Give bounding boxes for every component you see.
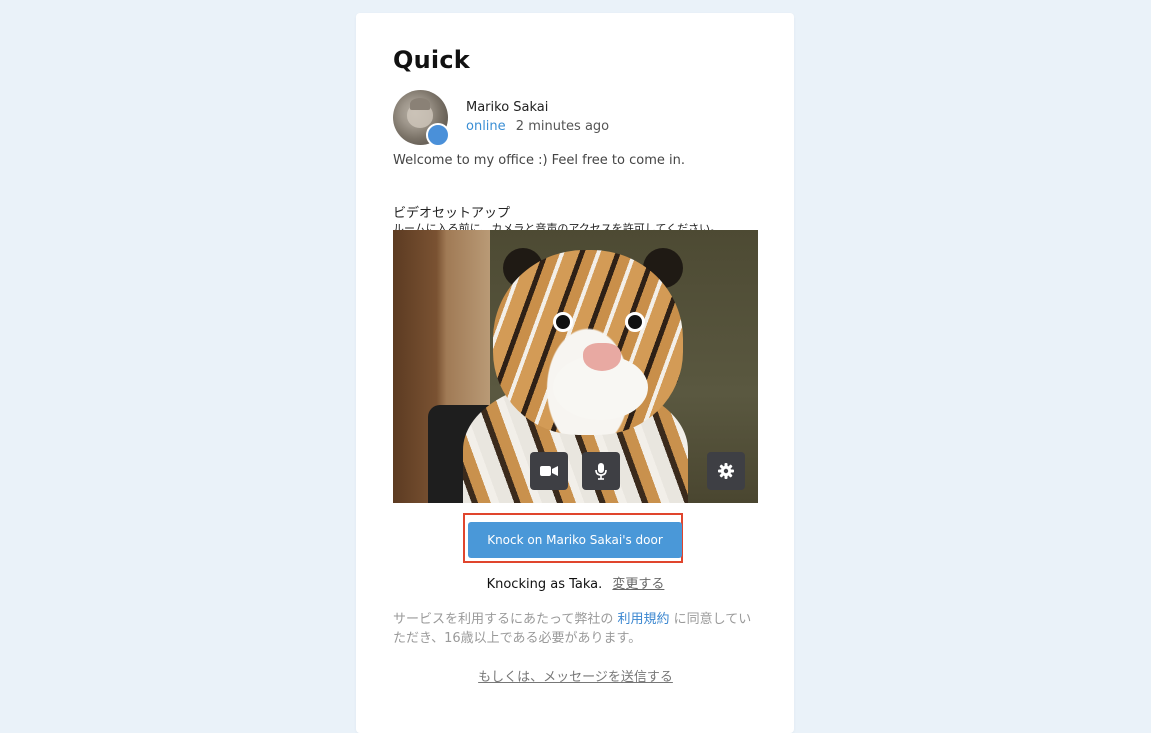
welcome-message: Welcome to my office :) Feel free to com… [393, 153, 685, 168]
microphone-icon [595, 462, 607, 480]
change-name-link[interactable]: 変更する [612, 577, 664, 592]
video-camera-icon [540, 466, 558, 476]
tiger-plush-eye-left [553, 312, 573, 332]
alt-action: もしくは、メッセージを送信する [393, 666, 758, 685]
video-preview [393, 230, 758, 503]
page-title: Quick [393, 46, 470, 74]
terms-of-service-link[interactable]: 利用規約 [618, 612, 670, 627]
tiger-plush-nose [583, 343, 621, 371]
last-seen: 2 minutes ago [515, 119, 610, 134]
knocking-as-text: Knocking as Taka. [486, 577, 603, 592]
presence-dot [426, 123, 450, 147]
host-name: Mariko Sakai [466, 100, 549, 115]
terms-notice: サービスを利用するにあたって弊社の 利用規約 に同意していただき、16歳以上であ… [393, 610, 758, 648]
knock-door-button[interactable]: Knock on Mariko Sakai's door [468, 522, 682, 558]
status-online: online [466, 119, 506, 134]
send-message-link[interactable]: もしくは、メッセージを送信する [478, 670, 673, 685]
microphone-toggle-button[interactable] [582, 452, 620, 490]
video-setup-heading: ビデオセットアップ [393, 206, 511, 221]
avatar [393, 90, 450, 147]
camera-toggle-button[interactable] [530, 452, 568, 490]
tiger-plush-eye-right [625, 312, 645, 332]
knock-card: Quick Mariko Sakai online 2 minutes ago … [356, 13, 794, 733]
terms-text-before: サービスを利用するにあたって弊社の [393, 612, 614, 627]
video-settings-button[interactable] [707, 452, 745, 490]
host-status: online 2 minutes ago [466, 119, 609, 134]
gear-icon [718, 463, 734, 479]
knocking-as-line: Knocking as Taka. 変更する [393, 573, 758, 592]
